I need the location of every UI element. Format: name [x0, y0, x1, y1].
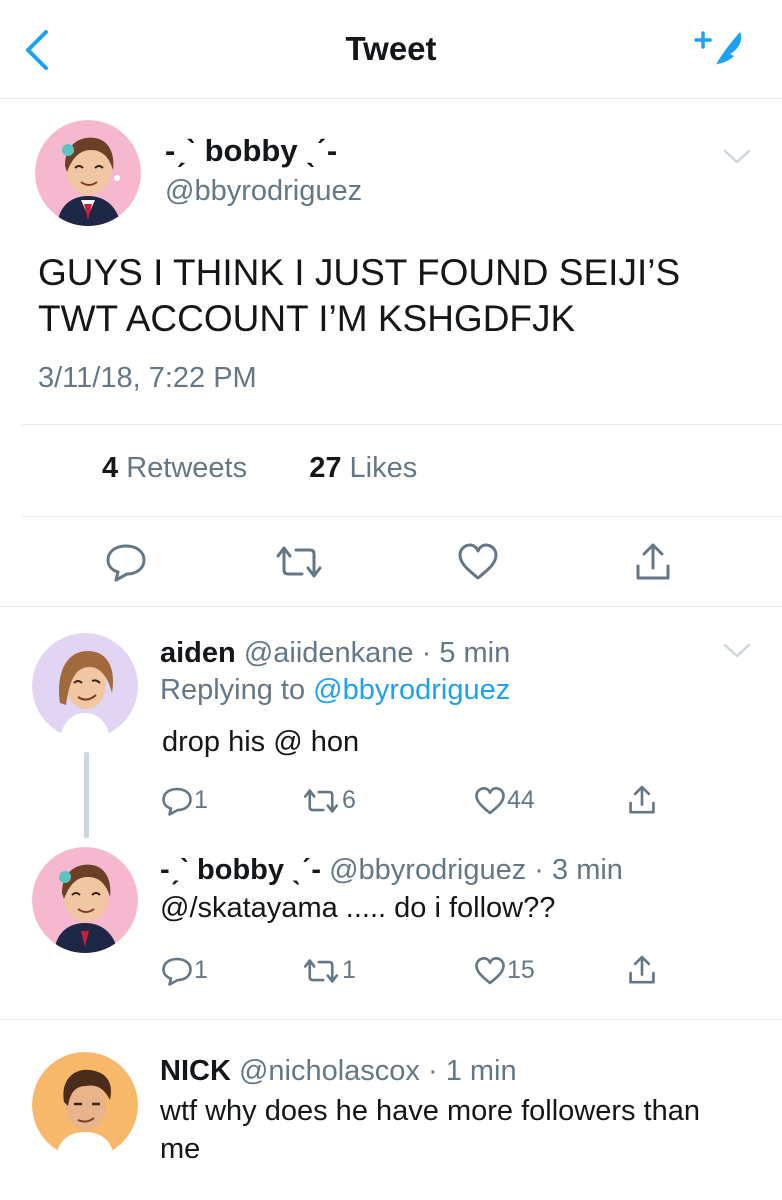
like-count: 15 — [507, 956, 535, 984]
chevron-down-icon[interactable] — [722, 642, 752, 660]
user-handle[interactable]: @bbyrodriguez — [329, 854, 526, 886]
share-icon[interactable] — [632, 542, 674, 582]
user-handle[interactable]: @aiidenkane — [244, 637, 414, 669]
dot-separator: · — [534, 854, 544, 886]
likes-stat[interactable]: 27 Likes — [309, 452, 417, 484]
divider — [0, 606, 782, 607]
avatar[interactable] — [32, 1052, 138, 1158]
divider — [22, 516, 782, 517]
reply-count: 1 — [194, 786, 208, 814]
retweet-icon[interactable] — [272, 542, 326, 582]
tweet-timestamp: 3/11/18, 7:22 PM — [38, 362, 257, 394]
share-icon[interactable] — [626, 954, 658, 986]
retweets-stat[interactable]: 4 Retweets — [102, 452, 247, 484]
reply-header: -ˏˋ bobby ˎˊ- @bbyrodriguez · 3 min — [160, 854, 623, 887]
retweet-action[interactable]: 1 — [300, 956, 356, 986]
top-bar: Tweet — [0, 0, 782, 99]
reply-header: aiden @aiidenkane · 5 min — [160, 637, 510, 670]
thread-connector — [84, 752, 89, 838]
retweets-count: 4 — [102, 452, 119, 484]
avatar[interactable] — [35, 120, 141, 226]
share-icon[interactable] — [626, 784, 658, 816]
retweet-action[interactable]: 6 — [300, 786, 356, 816]
reply-text: wtf why does he have more followers than… — [160, 1095, 700, 1165]
heart-icon — [475, 957, 505, 985]
reply-action[interactable]: 1 — [160, 956, 208, 987]
reply-icon — [162, 958, 192, 987]
user-handle[interactable]: @bbyrodriguez — [165, 175, 362, 208]
dot-separator: · — [421, 637, 432, 669]
display-name[interactable]: NICK — [160, 1055, 231, 1087]
retweet-icon — [303, 789, 339, 814]
reply-text: @/skatayama ..... do i follow?? — [160, 892, 556, 924]
page-title: Tweet — [345, 30, 437, 67]
like-count: 44 — [507, 786, 535, 814]
reply-icon — [162, 788, 192, 817]
display-name[interactable]: -ˏˋ bobby ˎˊ- — [165, 133, 337, 169]
dot-separator: · — [427, 1055, 438, 1087]
tweet-text: GUYS I THINK I JUST FOUND SEIJI’S TWT AC… — [38, 252, 681, 339]
reply-time: 5 min — [439, 637, 511, 669]
user-handle[interactable]: @nicholascox — [239, 1055, 420, 1087]
reply-action[interactable]: 1 — [160, 786, 208, 817]
display-name[interactable]: aiden — [160, 637, 236, 669]
compose-tweet-icon[interactable] — [690, 26, 750, 76]
reply-icon[interactable] — [104, 542, 148, 582]
avatar[interactable] — [32, 847, 138, 953]
display-name[interactable]: -ˏˋ bobby ˎˊ- — [160, 854, 321, 886]
like-action[interactable]: 15 — [473, 956, 535, 986]
replying-to-handle[interactable]: @bbyrodriguez — [313, 674, 510, 706]
reply-count: 1 — [194, 956, 208, 984]
reply-header: NICK @nicholascox · 1 min — [160, 1055, 517, 1088]
divider — [0, 1019, 782, 1020]
likes-label: Likes — [349, 452, 418, 484]
replying-to-label: Replying to — [160, 674, 306, 706]
retweets-label: Retweets — [126, 452, 248, 484]
engagement-stats: 4 Retweets 27 Likes — [102, 452, 417, 485]
heart-icon — [475, 787, 505, 815]
divider — [22, 424, 782, 425]
retweet-icon — [303, 959, 339, 984]
replying-to: Replying to @bbyrodriguez — [160, 674, 510, 707]
heart-icon[interactable] — [457, 542, 499, 582]
reply-time: 3 min — [552, 854, 623, 886]
retweet-count: 6 — [342, 786, 356, 814]
reply-text: drop his @ hon — [162, 726, 360, 758]
chevron-down-icon[interactable] — [722, 148, 752, 166]
avatar[interactable] — [32, 633, 138, 739]
retweet-count: 1 — [342, 956, 356, 984]
reply-time: 1 min — [445, 1055, 517, 1087]
likes-count: 27 — [309, 452, 342, 484]
like-action[interactable]: 44 — [473, 786, 535, 816]
